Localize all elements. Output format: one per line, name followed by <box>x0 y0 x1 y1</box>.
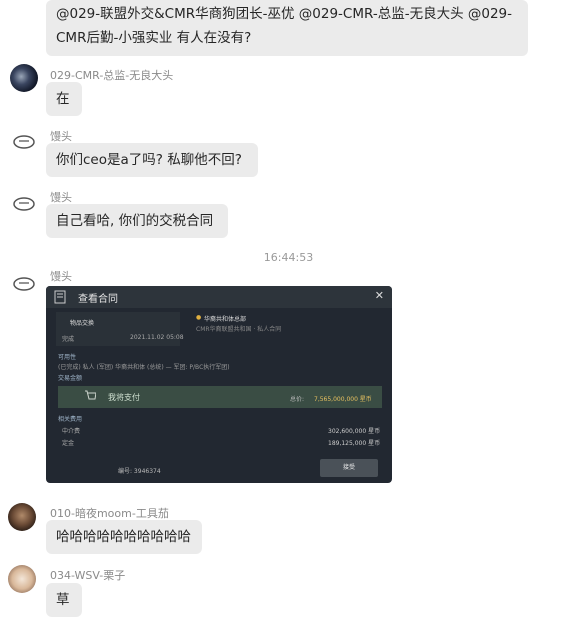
total-value: 7,565,000,000 星币 <box>314 396 372 403</box>
message-bubble: 在 <box>46 82 82 116</box>
date-text: 2021.11.02 05:08 <box>130 334 184 341</box>
bun-icon <box>13 135 35 149</box>
trade-label: 交易金额 <box>58 375 83 382</box>
sender-name: 029-CMR-总监-无良大头 <box>50 69 174 82</box>
document-icon <box>54 290 66 304</box>
avatar[interactable] <box>10 128 38 156</box>
tax-value: 189,125,000 星币 <box>328 440 381 447</box>
sender-name: 馒头 <box>50 130 72 143</box>
sender-name: 馒头 <box>50 270 72 283</box>
pay-label: 我将支付 <box>108 393 140 402</box>
message-bubble: 自己看哈, 你们的交税合同 <box>46 204 228 238</box>
accept-button: 接受 <box>320 459 378 477</box>
close-icon: ✕ <box>374 289 384 302</box>
broker-value: 302,600,000 星币 <box>328 428 381 435</box>
message-bubble: @029-联盟外交&CMR华商狗团长-巫优 @029-CMR-总监-无良大头 @… <box>46 0 528 56</box>
broker-label: 中介费 <box>62 428 81 435</box>
pin-icon: ● <box>196 314 202 321</box>
availability-label: 可用性 <box>58 354 77 361</box>
total-label: 总价: <box>290 396 305 403</box>
tax-label: 定金 <box>62 440 75 447</box>
avatar[interactable] <box>10 270 38 298</box>
message-bubble: 草 <box>46 583 82 617</box>
message-text: 自己看哈, 你们的交税合同 <box>56 213 214 229</box>
sender-name: 010-暗夜moom-工具茄 <box>50 507 169 520</box>
bun-icon <box>13 277 35 291</box>
message-text: @029-联盟外交&CMR华商狗团长-巫优 @029-CMR-总监-无良大头 @… <box>56 6 513 22</box>
cart-icon <box>85 390 96 400</box>
sender-name: 馒头 <box>50 191 72 204</box>
item-exchange-label: 物品交换 <box>70 320 95 327</box>
timestamp: 16:44:53 <box>263 251 314 264</box>
availability-value: (已完成) 私人 (军团) 华裔共和体 (总统) — 军团: P/BC执行军团) <box>58 364 230 371</box>
sender-name: 034-WSV-栗子 <box>50 569 126 582</box>
message-text: 你们ceo是a了吗? 私聊他不回? <box>56 152 242 168</box>
fee-label: 相关费用 <box>58 416 83 423</box>
bun-icon <box>13 197 35 211</box>
avatar[interactable] <box>10 190 38 218</box>
avatar[interactable] <box>10 64 38 92</box>
contract-title: 查看合同 <box>78 294 118 305</box>
message-text: CMR后勤-小强实业 有人在没有? <box>56 30 252 46</box>
message-text: 在 <box>56 91 70 107</box>
avatar[interactable] <box>8 503 36 531</box>
message-bubble: 你们ceo是a了吗? 私聊他不回? <box>46 143 258 177</box>
message-bubble: 哈哈哈哈哈哈哈哈哈哈 <box>46 520 202 554</box>
location-sub-text: CMR华裔联盟共和国 · 私人合同 <box>196 326 282 333</box>
message-text: 草 <box>56 592 70 608</box>
status-text: 完成 <box>62 336 75 343</box>
avatar[interactable] <box>8 565 36 593</box>
contract-id: 编号: 3946374 <box>118 468 161 475</box>
message-text: 哈哈哈哈哈哈哈哈哈哈 <box>56 529 191 545</box>
contract-screenshot-image[interactable]: 查看合同 ✕ 物品交换 完成 2021.11.02 05:08 ● 华裔共和体总… <box>46 286 392 483</box>
location-text: 华裔共和体总部 <box>204 316 247 323</box>
